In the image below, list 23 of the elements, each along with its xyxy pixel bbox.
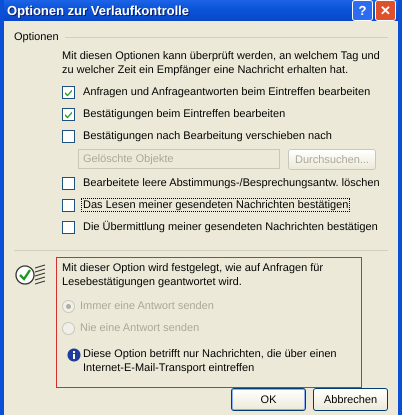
close-button[interactable]: ✕ [375,0,396,21]
help-button[interactable]: ? [352,0,373,21]
checkbox-label[interactable]: Bestätigungen beim Eintreffen bearbeiten [81,107,288,121]
group-label: Optionen [14,31,59,43]
checkbox[interactable] [62,198,75,212]
checkbox-label[interactable]: Die Übermittlung meiner gesendeten Nachrichten bestätigen [81,220,380,234]
checkmark-envelope-icon [14,263,48,287]
checkbox[interactable] [62,130,75,142]
info-text: Diese Option betrifft nur Nachrichten, die über einen Internet-E-Mail-Transport eintreffen [83,347,338,375]
checkbox-label[interactable]: Anfragen und Anfrageantworten beim Eintreffen bearbeiten [81,85,372,99]
checkbox[interactable] [62,176,75,190]
checkbox[interactable] [62,220,75,234]
info-icon [67,348,81,362]
dialog-button[interactable]: OK [231,388,306,411]
window-title: Optionen zur Verlaufkontrolle [7,3,190,18]
checkbox-label[interactable]: Das Lesen meiner gesendeten Nachrichten bestätigen [81,198,350,212]
checkbox-label[interactable]: Bearbeitete leere Abstimmungs-/Besprechungsantw. löschen [81,176,382,190]
checkbox[interactable] [62,86,75,98]
checkbox-label[interactable]: Bestätigungen nach Bearbeitung verschieben nach [81,129,334,143]
description-text: Mit diesen Optionen kann überprüft werden, an welchem Tag und zu welcher Zeit ein Empfänger eine Nachricht erhalten hat. [62,49,381,77]
description-text: Mit dieser Option wird festgelegt, wie auf Anfragen für Lesebestätigungen geantwortet wird. [62,261,324,289]
checkbox[interactable] [62,108,75,120]
dialog-button[interactable]: Abbrechen [313,388,388,411]
